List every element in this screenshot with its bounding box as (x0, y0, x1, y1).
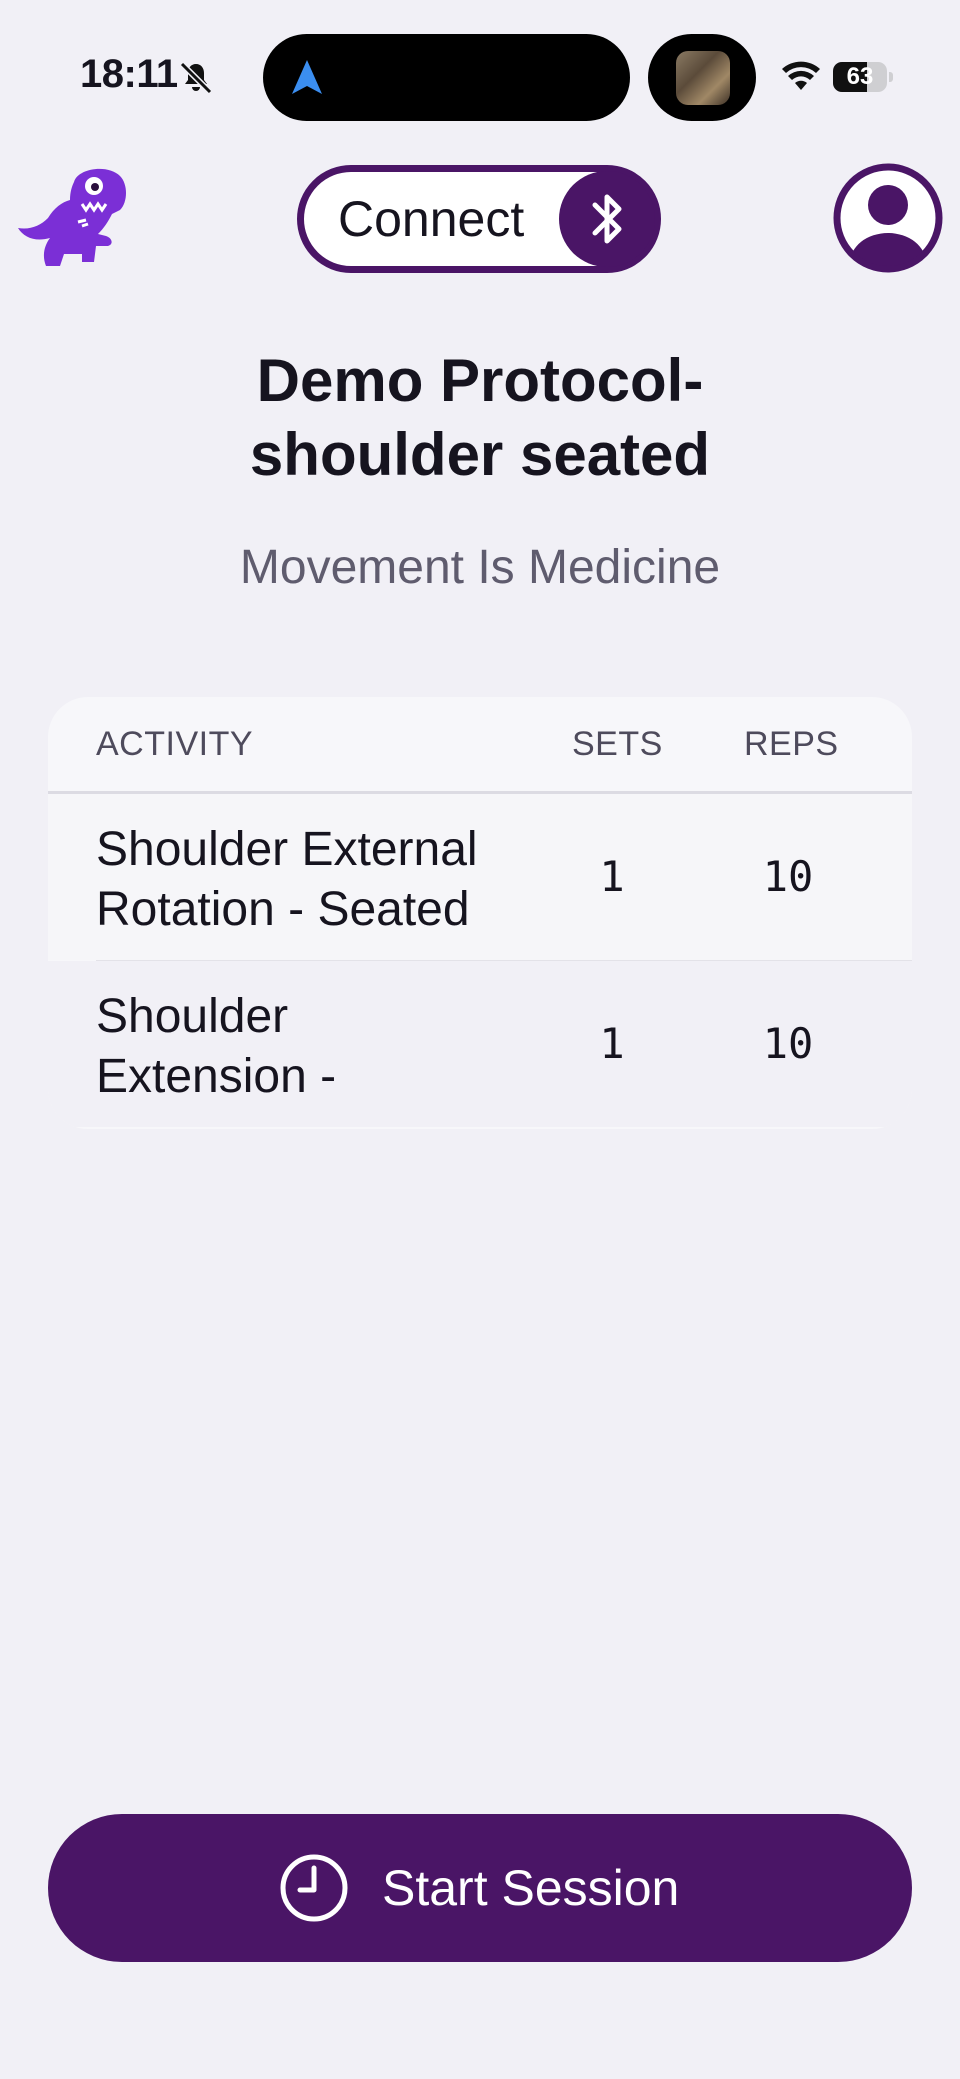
wifi-icon (782, 61, 820, 90)
column-header-sets: SETS (572, 725, 663, 763)
profile-avatar-icon[interactable] (833, 163, 943, 273)
battery-indicator: 63 (833, 62, 893, 92)
battery-percent: 63 (846, 63, 874, 90)
activity-name-line: Rotation - Seated (96, 883, 470, 936)
activity-name-line: Shoulder (96, 990, 289, 1043)
table-header: ACTIVITY SETS REPS (48, 697, 912, 794)
sets-value: 1 (599, 1019, 625, 1068)
protocol-subtitle: Movement Is Medicine (239, 541, 721, 594)
start-session-button[interactable]: Start Session (48, 1814, 912, 1962)
column-header-reps: REPS (744, 725, 839, 763)
column-header-activity: ACTIVITY (96, 725, 254, 763)
reps-value: 10 (762, 1019, 814, 1068)
media-thumbnail (676, 51, 730, 105)
activity-name-line: Shoulder External (96, 823, 478, 876)
activity-name-line: Extension - (96, 1050, 337, 1103)
exercise-table: ACTIVITY SETS REPS Shoulder External Rot… (48, 697, 912, 1129)
status-time: 18:11 (80, 52, 178, 96)
table-row[interactable]: Shoulder Extension - 1 10 (48, 961, 912, 1127)
bluetooth-toggle[interactable] (559, 171, 655, 267)
start-session-label: Start Session (382, 1860, 680, 1916)
navigation-arrow-icon (292, 60, 322, 94)
reps-value: 10 (762, 852, 814, 901)
protocol-title-line-1: Demo Protocol- (256, 347, 704, 414)
table-row[interactable]: Shoulder External Rotation - Seated 1 10 (48, 794, 912, 960)
clock-icon (280, 1854, 348, 1922)
sets-value: 1 (599, 852, 625, 901)
bell-muted-icon (179, 61, 213, 95)
activity-name: Shoulder External Rotation - Seated (96, 820, 526, 940)
activity-name: Shoulder Extension - (96, 987, 526, 1107)
bluetooth-icon (592, 194, 622, 244)
connect-label: Connect (338, 191, 525, 247)
protocol-title-line-2: shoulder seated (249, 421, 711, 488)
connect-device-button[interactable]: Connect (297, 165, 661, 273)
dino-logo-icon[interactable] (16, 162, 128, 274)
protocol-title: Demo Protocol- shoulder seated (0, 344, 960, 492)
